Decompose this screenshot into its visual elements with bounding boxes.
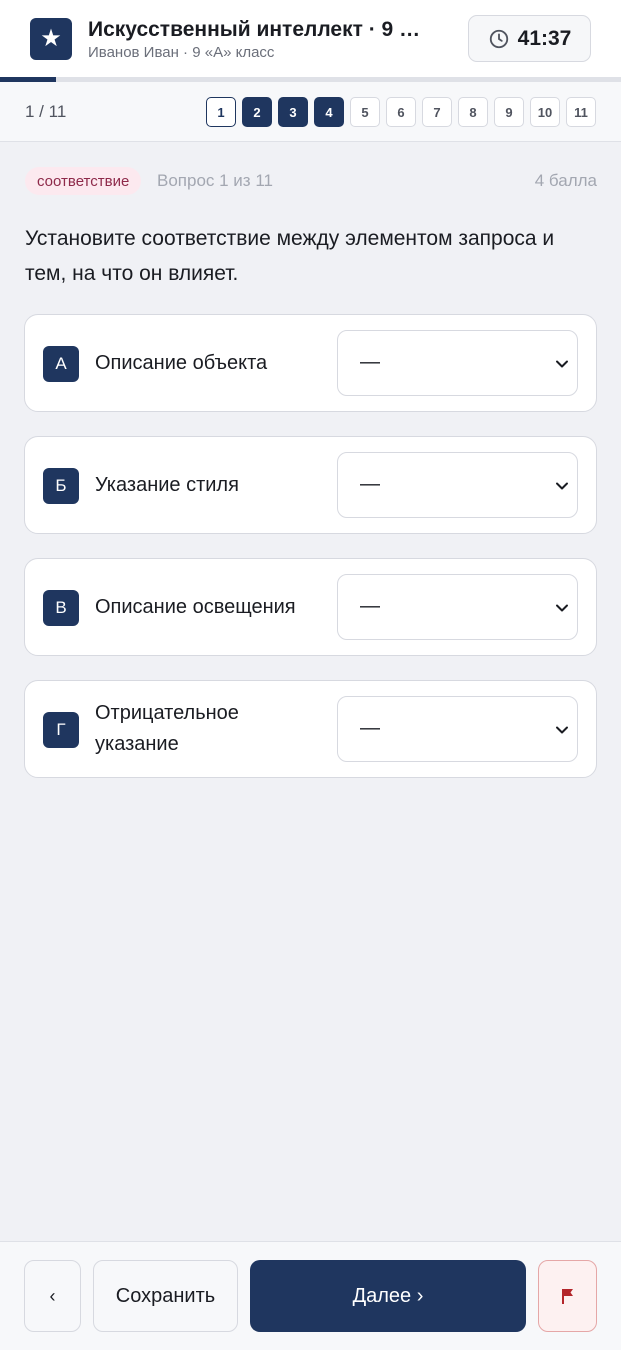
- footer: ‹ Сохранить Далее ›: [0, 1241, 621, 1350]
- clock-icon: [489, 29, 508, 48]
- save-button[interactable]: Сохранить: [93, 1260, 238, 1332]
- student-info: Иванов Иван · 9 «А» класс: [88, 44, 275, 61]
- header: ★ Искусственный интеллект · 9 кл... Иван…: [0, 0, 621, 77]
- select-value: —: [360, 351, 380, 373]
- star-icon: ★: [30, 18, 72, 60]
- question-of-label: Вопрос 1 из 11: [157, 171, 273, 190]
- test-title: Искусственный интеллект · 9 кл...: [88, 18, 428, 41]
- question-meta: соответствие Вопрос 1 из 11 4 балла: [25, 167, 597, 195]
- match-select[interactable]: —: [337, 696, 578, 762]
- timer: 41:37: [468, 15, 591, 62]
- match-select[interactable]: —: [337, 574, 578, 640]
- question-number-list: 1 2 3 4 5 6 7 8 9 10 11: [206, 97, 596, 127]
- match-row: А Описание объекта —: [24, 314, 597, 412]
- select-value: —: [360, 473, 380, 495]
- chevron-down-icon: [556, 726, 568, 734]
- item-letter: А: [43, 346, 79, 382]
- flag-icon: [561, 1289, 573, 1304]
- item-label: Описание объекта: [95, 351, 268, 374]
- question-number-6[interactable]: 6: [386, 97, 416, 127]
- prev-button[interactable]: ‹: [24, 1260, 81, 1332]
- item-letter: В: [43, 590, 79, 626]
- question-number-5[interactable]: 5: [350, 97, 380, 127]
- match-row: Б Указание стиля —: [24, 436, 597, 534]
- select-value: —: [360, 717, 380, 739]
- item-letter: Г: [43, 712, 79, 748]
- question-counter: 1 / 11: [25, 102, 67, 121]
- next-button[interactable]: Далее ›: [250, 1260, 526, 1332]
- question-text: Установите соответствие между элементом …: [25, 227, 555, 285]
- question-number-2[interactable]: 2: [242, 97, 272, 127]
- points-label: 4 балла: [534, 171, 597, 190]
- question-number-4[interactable]: 4: [314, 97, 344, 127]
- chevron-down-icon: [556, 482, 568, 490]
- question-number-8[interactable]: 8: [458, 97, 488, 127]
- question-number-10[interactable]: 10: [530, 97, 560, 127]
- chevron-down-icon: [556, 604, 568, 612]
- match-select[interactable]: —: [337, 330, 578, 396]
- title-block: Искусственный интеллект · 9 кл... Иванов…: [88, 18, 448, 62]
- match-select[interactable]: —: [337, 452, 578, 518]
- match-row: В Описание освещения —: [24, 558, 597, 656]
- test-page: ★ Искусственный интеллект · 9 кл... Иван…: [0, 0, 621, 1350]
- match-row: Г Отрицательное указание —: [24, 680, 597, 778]
- item-label: Описание освещения: [95, 595, 296, 618]
- question-number-1[interactable]: 1: [206, 97, 236, 127]
- item-letter: Б: [43, 468, 79, 504]
- question-number-7[interactable]: 7: [422, 97, 452, 127]
- item-label: Отрицательное указание: [95, 702, 239, 755]
- select-value: —: [360, 595, 380, 617]
- question-number-9[interactable]: 9: [494, 97, 524, 127]
- flag-button[interactable]: [538, 1260, 597, 1332]
- question-number-3[interactable]: 3: [278, 97, 308, 127]
- question-number-11[interactable]: 11: [566, 97, 596, 127]
- chevron-down-icon: [556, 360, 568, 368]
- question-type-badge: соответствие: [25, 167, 142, 195]
- question-nav: 1 / 11 1 2 3 4 5 6 7 8 9 10 11: [0, 82, 621, 142]
- timer-value: 41:37: [517, 26, 572, 50]
- item-label: Указание стиля: [95, 473, 239, 496]
